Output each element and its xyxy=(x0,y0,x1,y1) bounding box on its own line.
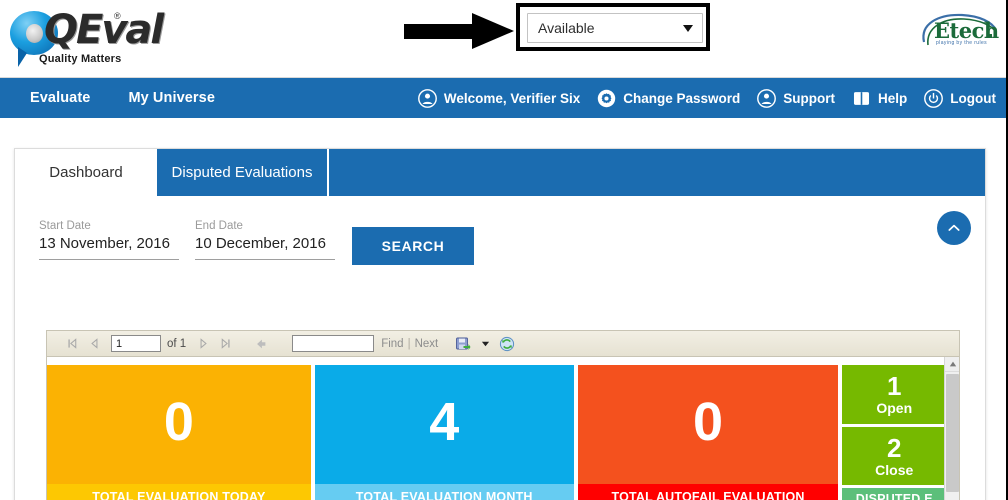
scroll-to-top-button[interactable] xyxy=(937,211,971,245)
nav-change-password-label: Change Password xyxy=(623,90,741,106)
qeval-brand-text: QEval xyxy=(44,7,164,53)
right-arrow-annotation xyxy=(404,13,514,49)
tab-disputed-evaluations[interactable]: Disputed Evaluations xyxy=(157,149,329,196)
qeval-bubble-inner-icon xyxy=(26,24,43,43)
nav-item-logout[interactable]: Logout xyxy=(924,88,996,108)
page-header: QEval ® Quality Matters Available Etech … xyxy=(0,0,1006,78)
kpi-caption-today: TOTAL EVALUATION TODAY xyxy=(47,484,311,500)
kpi-value-autofail: 0 xyxy=(693,391,724,452)
end-date-field[interactable]: End Date 10 December, 2016 xyxy=(195,219,335,260)
nav-item-my-universe[interactable]: My Universe xyxy=(128,90,215,106)
qeval-tagline: Quality Matters xyxy=(39,53,122,65)
nav-item-welcome-user[interactable]: Welcome, Verifier Six xyxy=(417,88,581,108)
kpi-caption-autofail: TOTAL AUTOFAIL EVALUATION xyxy=(577,484,839,500)
kpi-disputed-open: 1 Open xyxy=(842,365,946,424)
chevron-down-icon xyxy=(683,25,693,32)
etech-tagline: playing by the rules xyxy=(936,40,988,46)
page-number-input[interactable] xyxy=(111,335,161,352)
refresh-icon[interactable] xyxy=(496,334,518,354)
arrow-shaft xyxy=(404,24,476,39)
chevron-down-icon[interactable] xyxy=(474,334,496,354)
status-dropdown-highlight: Available xyxy=(516,3,710,51)
prev-page-icon[interactable] xyxy=(83,334,105,354)
report-viewer: of 1 xyxy=(46,330,960,500)
kpi-disputed-close: 2 Close xyxy=(842,426,946,485)
chevron-up-icon xyxy=(948,224,960,231)
start-date-field[interactable]: Start Date 13 November, 2016 xyxy=(39,219,179,260)
kpi-card-total-evaluation-month: 4 TOTAL EVALUATION MONTH xyxy=(314,365,574,500)
scrollbar-thumb[interactable] xyxy=(946,374,959,492)
kpi-value-month: 4 xyxy=(429,391,460,452)
report-canvas: 0 TOTAL EVALUATION TODAY 4 TOTAL EVALUAT… xyxy=(47,357,959,500)
search-button[interactable]: SEARCH xyxy=(352,227,474,265)
main-navbar: Evaluate My Universe Welcome, Verifier S… xyxy=(0,78,1006,118)
nav-help-label: Help xyxy=(878,90,908,106)
start-date-label: Start Date xyxy=(39,220,91,232)
tab-dashboard[interactable]: Dashboard xyxy=(15,149,157,196)
find-link[interactable]: Find xyxy=(381,338,403,350)
user-icon xyxy=(417,88,437,108)
kpi-card-total-evaluation-today: 0 TOTAL EVALUATION TODAY xyxy=(47,365,311,500)
tab-bar: Dashboard Disputed Evaluations xyxy=(15,149,985,196)
kpi-value-today: 0 xyxy=(163,391,194,452)
kpi-disputed-close-label: Close xyxy=(875,461,914,478)
nav-logout-label: Logout xyxy=(950,90,996,106)
report-toolbar: of 1 xyxy=(47,331,959,357)
nav-item-support[interactable]: Support xyxy=(757,88,835,108)
nav-item-evaluate[interactable]: Evaluate xyxy=(30,90,90,106)
kpi-disputed-close-value: 2 xyxy=(887,432,902,463)
back-arrow-icon[interactable] xyxy=(250,334,272,354)
nav-support-label: Support xyxy=(783,90,835,106)
find-input[interactable] xyxy=(292,335,375,352)
dashboard-content-card: Dashboard Disputed Evaluations Start Dat… xyxy=(14,148,986,500)
user-icon xyxy=(757,88,777,108)
kpi-card-total-autofail-evaluation: 0 TOTAL AUTOFAIL EVALUATION xyxy=(577,365,839,500)
kpi-disputed-open-label: Open xyxy=(876,400,913,417)
qeval-registered-mark: ® xyxy=(114,11,121,21)
dashboard-page: QEval ® Quality Matters Available Etech … xyxy=(0,0,1008,500)
kpi-caption-disputed: DISPUTED E xyxy=(842,488,946,500)
etech-logo: Etech playing by the rules xyxy=(918,10,999,60)
save-export-icon[interactable] xyxy=(452,334,474,354)
next-link[interactable]: Next xyxy=(415,338,439,350)
nav-item-help[interactable]: Help xyxy=(852,89,907,108)
end-date-label: End Date xyxy=(195,220,243,232)
next-page-icon[interactable] xyxy=(192,334,214,354)
last-page-icon[interactable] xyxy=(214,334,236,354)
nav-welcome-label: Welcome, Verifier Six xyxy=(443,90,581,106)
report-vertical-scrollbar[interactable] xyxy=(944,357,959,500)
page-count-label: of 1 xyxy=(167,337,187,350)
kpi-caption-month: TOTAL EVALUATION MONTH xyxy=(314,484,574,500)
availability-status-select[interactable]: Available xyxy=(527,13,703,43)
end-date-value: 10 December, 2016 xyxy=(195,235,326,252)
etech-dot xyxy=(988,34,992,38)
book-icon xyxy=(853,91,870,105)
kpi-disputed-open-value: 1 xyxy=(887,371,902,402)
navbar-left-group: Evaluate My Universe xyxy=(30,78,215,118)
navbar-right-group: Welcome, Verifier Six Change Password Su… xyxy=(417,78,996,118)
gear-icon xyxy=(598,89,616,107)
first-page-icon[interactable] xyxy=(61,334,83,354)
qeval-logo: QEval ® Quality Matters xyxy=(8,5,164,69)
scroll-up-icon[interactable] xyxy=(945,357,959,372)
kpi-card-strip: 0 TOTAL EVALUATION TODAY 4 TOTAL EVALUAT… xyxy=(47,365,946,500)
nav-item-change-password[interactable]: Change Password xyxy=(597,89,740,108)
start-date-value: 13 November, 2016 xyxy=(39,235,170,252)
find-next-separator: | xyxy=(407,337,411,350)
kpi-card-disputed-evaluations: 1 Open 2 Close DISPUTED E xyxy=(842,365,946,500)
availability-status-value: Available xyxy=(538,20,595,36)
arrow-head xyxy=(472,13,514,49)
filter-row: Start Date 13 November, 2016 End Date 10… xyxy=(15,209,985,269)
power-icon xyxy=(924,88,944,108)
